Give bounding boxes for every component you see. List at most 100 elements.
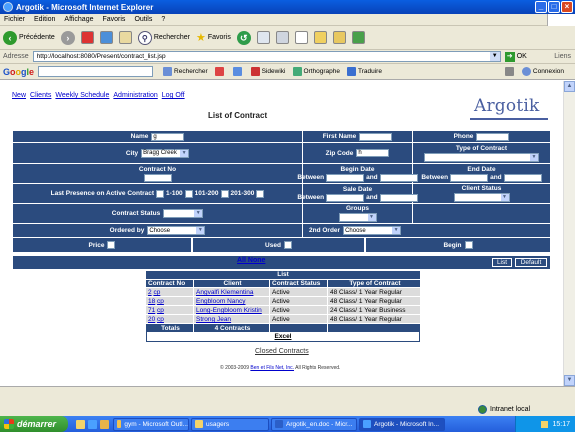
sidewiki-button[interactable]: Sidewiki: [250, 67, 286, 76]
phone-cell: Phone: [413, 131, 550, 142]
copyright-link[interactable]: Ben et Fils Net, Inc.: [250, 365, 294, 371]
used-checkbox[interactable]: [283, 241, 292, 249]
contract-no-link[interactable]: 18: [148, 298, 155, 305]
edit-button[interactable]: [294, 31, 308, 44]
cp-link[interactable]: cp: [153, 289, 160, 296]
outlook-icon[interactable]: [100, 419, 109, 429]
vertical-scrollbar[interactable]: ▲ ▼: [563, 81, 575, 386]
history-button[interactable]: ↺: [236, 30, 251, 45]
print-button[interactable]: [275, 31, 289, 44]
price-checkbox[interactable]: [107, 241, 116, 249]
cp-link[interactable]: cp: [157, 316, 164, 323]
client-status-select[interactable]: ▼: [453, 193, 510, 202]
home-button[interactable]: [118, 31, 132, 44]
contract-no-link[interactable]: 2: [148, 289, 152, 296]
explorer-icon[interactable]: [76, 419, 85, 429]
contract-no-link[interactable]: 71: [148, 307, 155, 314]
nav-new[interactable]: New: [12, 92, 26, 99]
default-button[interactable]: Default: [515, 258, 547, 267]
refresh-button[interactable]: [99, 31, 113, 44]
menu-fichier[interactable]: Fichier: [4, 16, 25, 23]
tray-icon[interactable]: [541, 420, 549, 428]
phone-input[interactable]: [476, 132, 510, 141]
client-link[interactable]: Angvalfi Klementina: [196, 289, 253, 296]
menu-edition[interactable]: Edition: [34, 16, 55, 23]
task-ie[interactable]: Argotik - Microsoft In...: [359, 417, 445, 431]
maximize-button[interactable]: □: [548, 1, 560, 13]
list-button[interactable]: List: [492, 258, 512, 267]
task-word[interactable]: Argotik_en.doc - Micr...: [271, 417, 357, 431]
links-label[interactable]: Liens: [554, 53, 571, 60]
end-date-to-input[interactable]: [503, 173, 542, 182]
range1-checkbox[interactable]: [184, 189, 193, 198]
close-button[interactable]: ×: [561, 1, 573, 13]
order2-select[interactable]: Choose ▼: [343, 226, 402, 235]
go-button[interactable]: ➜ OK: [504, 51, 527, 62]
menu-help[interactable]: ?: [161, 16, 165, 23]
login-button[interactable]: Connexion: [521, 67, 564, 76]
type-select[interactable]: ▼: [424, 152, 539, 162]
nav-clients[interactable]: Clients: [30, 92, 51, 99]
cp-link[interactable]: cp: [157, 298, 164, 305]
name-input[interactable]: g: [151, 132, 185, 141]
address-input[interactable]: http://localhost:8080/Present/contract_l…: [32, 51, 501, 62]
scroll-up-icon[interactable]: ▲: [564, 81, 575, 92]
spellcheck-button[interactable]: Orthographe: [292, 67, 340, 76]
nav-administration[interactable]: Administration: [113, 92, 157, 99]
popup-blocker-button[interactable]: [214, 67, 226, 76]
task-outlook[interactable]: gym - Microsoft Outl...: [113, 417, 189, 431]
messenger-button[interactable]: [351, 31, 365, 44]
first-name-input[interactable]: [359, 132, 393, 141]
settings-button[interactable]: [505, 67, 516, 76]
table-row: 2 cp Angvalfi Klementina Active 48 Class…: [146, 287, 420, 296]
closed-contracts-link[interactable]: Closed Contracts: [255, 348, 309, 355]
google-search-button[interactable]: Rechercher: [163, 67, 208, 76]
range3-checkbox[interactable]: [256, 189, 265, 198]
excel-link[interactable]: Excel: [275, 333, 292, 340]
scroll-down-icon[interactable]: ▼: [564, 375, 575, 386]
range2-checkbox[interactable]: [220, 189, 229, 198]
ie-icon[interactable]: [88, 419, 97, 429]
all-none-link[interactable]: All None: [237, 257, 265, 264]
back-button[interactable]: ‹ Précédente: [3, 30, 55, 45]
sale-date-to-input[interactable]: [379, 193, 418, 202]
begin-date-from-input[interactable]: [326, 173, 365, 182]
share-button[interactable]: [232, 67, 244, 76]
contract-status-select[interactable]: ▼: [163, 209, 204, 218]
start-button[interactable]: démarrer: [0, 416, 68, 432]
sale-date-from-input[interactable]: [326, 193, 365, 202]
client-link[interactable]: Long-Engbloom Kristin: [196, 307, 262, 314]
range2-label: 101-200: [194, 190, 219, 197]
end-date-from-input[interactable]: [450, 173, 489, 182]
cp-link[interactable]: cp: [157, 307, 164, 314]
ordered-by-select[interactable]: Choose ▼: [147, 226, 206, 235]
google-search-input[interactable]: [38, 66, 154, 77]
nav-weekly-schedule[interactable]: Weekly Schedule: [55, 92, 109, 99]
mail-button[interactable]: [256, 31, 270, 44]
search-button[interactable]: ⚲ Rechercher: [137, 30, 190, 45]
menu-outils[interactable]: Outils: [134, 16, 152, 23]
city-label: City: [125, 149, 139, 157]
zip-input[interactable]: h: [356, 149, 390, 157]
groups-select[interactable]: ▼: [338, 213, 377, 222]
translate-button[interactable]: Traduire: [347, 67, 382, 76]
city-select[interactable]: Bragg Creek ▼: [141, 148, 190, 158]
client-link[interactable]: Strong Jean: [196, 316, 231, 323]
folder-button[interactable]: [313, 31, 327, 44]
chevron-down-icon[interactable]: ▼: [489, 52, 500, 61]
minimize-button[interactable]: _: [535, 1, 547, 13]
discuss-button[interactable]: [332, 31, 346, 44]
begin-date-to-input[interactable]: [379, 173, 418, 182]
last-presence-checkbox[interactable]: [156, 189, 165, 198]
nav-log-off[interactable]: Log Off: [162, 92, 185, 99]
menu-affichage[interactable]: Affichage: [64, 16, 93, 23]
client-link[interactable]: Engbloom Nancy: [196, 298, 246, 305]
task-usagers[interactable]: usagers: [191, 417, 269, 431]
favorites-button[interactable]: ★ Favoris: [196, 31, 231, 44]
contract-no-link[interactable]: 20: [148, 316, 155, 323]
menu-favoris[interactable]: Favoris: [102, 16, 125, 23]
forward-button[interactable]: ›: [60, 30, 75, 45]
begin-checkbox[interactable]: [464, 241, 473, 249]
stop-button[interactable]: [80, 31, 94, 44]
contract-no-input[interactable]: [143, 173, 172, 182]
